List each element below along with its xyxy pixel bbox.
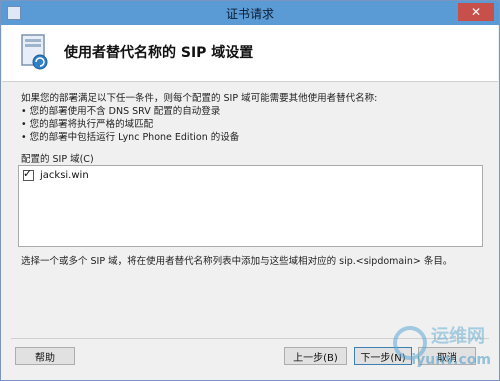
description: 如果您的部署满足以下任一条件，则每个配置的 SIP 域可能需要其他使用者替代名称… [21, 92, 491, 144]
watermark-text: 运维网 [431, 326, 485, 347]
certificate-request-dialog: 证书请求 ✕ 使用者替代名称的 SIP 域设置 如果您的部署满足以下任一条件，则… [0, 0, 500, 381]
watermark: 运维网 iyunv.com [387, 318, 497, 378]
description-bullet: • 您的部署中包括运行 Lync Phone Edition 的设备 [21, 132, 240, 143]
watermark-url: iyunv.com [411, 352, 491, 368]
page-title: 使用者替代名称的 SIP 域设置 [64, 45, 254, 61]
help-button[interactable]: 帮助 [15, 347, 75, 365]
close-button[interactable]: ✕ [458, 3, 494, 21]
back-button[interactable]: 上一步(B) [284, 347, 347, 365]
window-icon [7, 6, 21, 20]
title-bar[interactable]: 证书请求 ✕ [1, 1, 499, 25]
description-intro: 如果您的部署满足以下任一条件，则每个配置的 SIP 域可能需要其他使用者替代名称… [21, 93, 378, 104]
wizard-header: 使用者替代名称的 SIP 域设置 [2, 25, 498, 82]
description-bullet: • 您的部署使用不含 DNS SRV 配置的自动登录 [21, 106, 221, 117]
sip-domains-label: 配置的 SIP 域(C) [21, 154, 94, 165]
list-item[interactable]: ✓ jacksi.win [23, 167, 89, 181]
checkmark-icon: ✓ [23, 167, 33, 180]
sip-domain-name: jacksi.win [40, 170, 89, 181]
window-title: 证书请求 [225, 6, 274, 21]
sip-domain-list[interactable]: ✓ jacksi.win [18, 165, 483, 247]
checkbox[interactable]: ✓ [23, 167, 34, 181]
server-certificate-icon [21, 34, 48, 70]
description-bullet: • 您的部署将执行严格的域匹配 [21, 119, 154, 130]
hint-text: 选择一个或多个 SIP 域，将在使用者替代名称列表中添加与这些域相对应的 sip… [21, 256, 453, 267]
